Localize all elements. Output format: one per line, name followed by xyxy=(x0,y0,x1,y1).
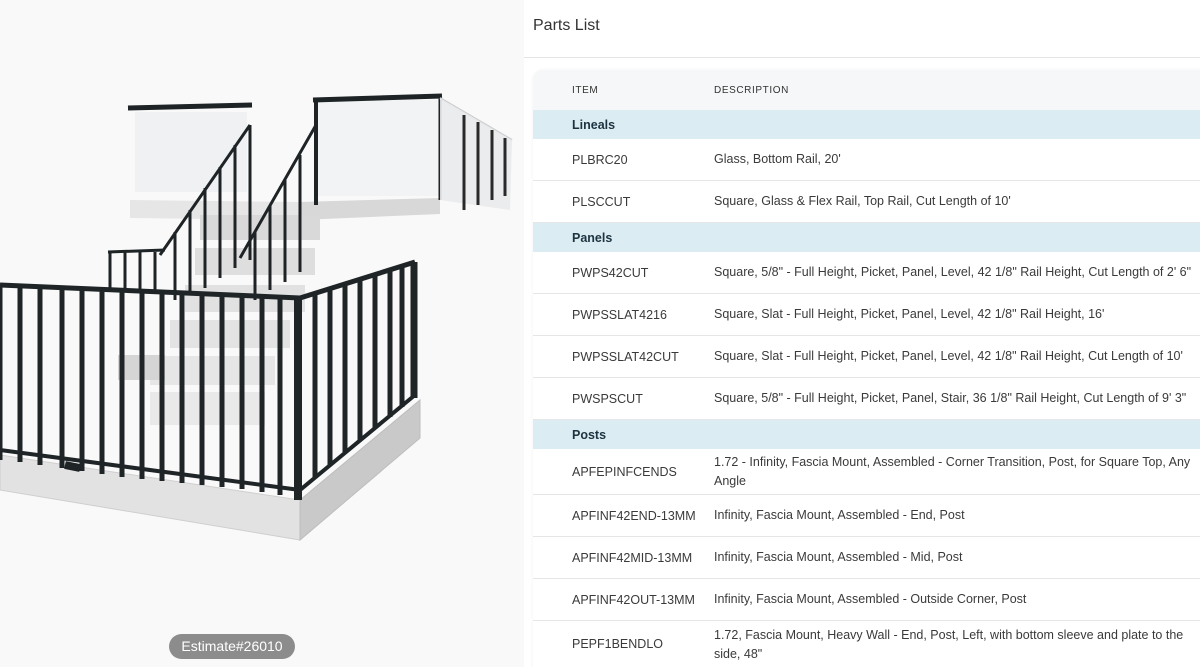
table-row[interactable]: APFINF42MID-13MM Infinity, Fascia Mount,… xyxy=(533,537,1200,579)
table-row[interactable]: APFINF42END-13MM Infinity, Fascia Mount,… xyxy=(533,495,1200,537)
item-description: Square, Slat - Full Height, Picket, Pane… xyxy=(714,349,1183,363)
item-code: PWPSSLAT4216 xyxy=(572,308,667,322)
item-code: PLBRC20 xyxy=(572,153,628,167)
panel-title: Parts List xyxy=(533,17,600,34)
item-description: Square, Glass & Flex Rail, Top Rail, Cut… xyxy=(714,194,1011,208)
item-description: 1.72, Fascia Mount, Heavy Wall - End, Po… xyxy=(714,628,1184,661)
item-description: Glass, Bottom Rail, 20' xyxy=(714,152,841,166)
table-row[interactable]: PLBRC20 Glass, Bottom Rail, 20' xyxy=(533,139,1200,181)
item-code: PLSCCUT xyxy=(572,195,631,209)
item-code: PEPF1BENDLO xyxy=(572,637,664,651)
group-label: Lineals xyxy=(572,118,616,132)
item-code: PWPS42CUT xyxy=(572,266,649,280)
item-code: PWSPSCUT xyxy=(572,392,643,406)
parts-list-panel: Parts List ITEM DESCRIPTION Lineals PLBR… xyxy=(524,0,1200,667)
group-label: Panels xyxy=(572,231,613,245)
item-description: Square, 5/8" - Full Height, Picket, Pane… xyxy=(714,391,1187,405)
table-row[interactable]: PWPSSLAT42CUT Square, Slat - Full Height… xyxy=(533,336,1200,378)
item-code: APFINF42END-13MM xyxy=(572,509,696,523)
table-row[interactable]: PWSPSCUT Square, 5/8" - Full Height, Pic… xyxy=(533,378,1200,420)
item-description: 1.72 - Infinity, Fascia Mount, Assembled… xyxy=(714,455,1191,488)
table-row[interactable]: PEPF1BENDLO 1.72, Fascia Mount, Heavy Wa… xyxy=(533,621,1200,667)
table-row[interactable]: PWPS42CUT Square, 5/8" - Full Height, Pi… xyxy=(533,252,1200,294)
item-description: Square, Slat - Full Height, Picket, Pane… xyxy=(714,307,1105,321)
table-header: ITEM DESCRIPTION xyxy=(533,70,1200,110)
table-row[interactable]: PLSCCUT Square, Glass & Flex Rail, Top R… xyxy=(533,181,1200,223)
group-header-lineals: Lineals xyxy=(533,110,1200,139)
divider xyxy=(524,57,1200,58)
estimate-label[interactable]: Estimate#26010 xyxy=(169,634,295,659)
item-description: Infinity, Fascia Mount, Assembled - Mid,… xyxy=(714,550,963,564)
railing-3d-render[interactable] xyxy=(0,0,524,667)
column-header-description[interactable]: DESCRIPTION xyxy=(714,85,789,96)
parts-table: ITEM DESCRIPTION Lineals PLBRC20 Glass, … xyxy=(533,70,1200,667)
table-row[interactable]: APFEPINFCENDS 1.72 - Infinity, Fascia Mo… xyxy=(533,449,1200,495)
group-label: Posts xyxy=(572,428,607,442)
group-header-posts: Posts xyxy=(533,420,1200,449)
item-description: Infinity, Fascia Mount, Assembled - End,… xyxy=(714,508,965,522)
table-row[interactable]: PWPSSLAT4216 Square, Slat - Full Height,… xyxy=(533,294,1200,336)
column-header-item[interactable]: ITEM xyxy=(572,85,598,96)
item-code: APFINF42OUT-13MM xyxy=(572,593,695,607)
group-header-panels: Panels xyxy=(533,223,1200,252)
item-code: APFINF42MID-13MM xyxy=(572,551,693,565)
table-row[interactable]: APFINF42OUT-13MM Infinity, Fascia Mount,… xyxy=(533,579,1200,621)
item-code: APFEPINFCENDS xyxy=(572,465,677,479)
item-description: Square, 5/8" - Full Height, Picket, Pane… xyxy=(714,265,1192,279)
item-description: Infinity, Fascia Mount, Assembled - Outs… xyxy=(714,592,1027,606)
item-code: PWPSSLAT42CUT xyxy=(572,350,679,364)
upper-glass-railing xyxy=(127,93,513,220)
model-viewer[interactable]: Estimate#26010 xyxy=(0,0,524,667)
